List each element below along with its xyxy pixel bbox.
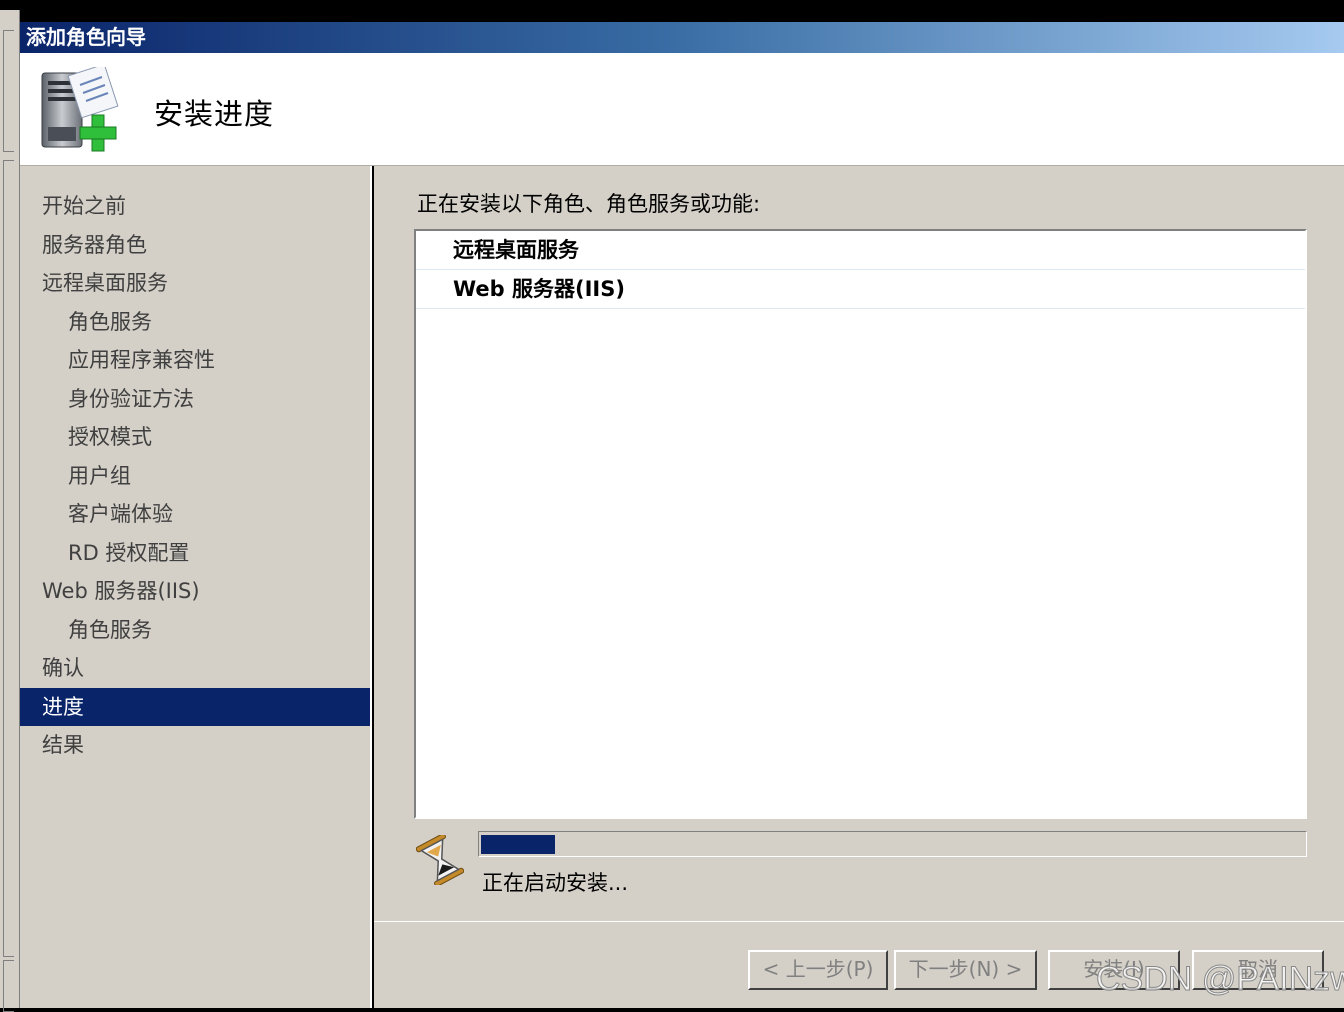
sidebar-item-web-server-iis[interactable]: Web 服务器(IIS) [20, 572, 370, 611]
sidebar-item-remote-desktop-services[interactable]: 远程桌面服务 [20, 264, 370, 303]
back-button[interactable]: < 上一步(P) [748, 950, 888, 990]
sidebar-item-app-compatibility[interactable]: 应用程序兼容性 [20, 341, 370, 380]
progress-status-text: 正在启动安装... [482, 871, 629, 895]
main-content: 正在安装以下角色、角色服务或功能: 远程桌面服务 Web 服务器(IIS) 正在… [374, 166, 1344, 922]
installing-roles-list[interactable]: 远程桌面服务 Web 服务器(IIS) [414, 229, 1307, 819]
sidebar-item-iis-role-services[interactable]: 角色服务 [20, 611, 370, 650]
progress-fill [481, 835, 555, 854]
install-progress-bar [478, 831, 1307, 857]
sidebar-item-before-you-begin[interactable]: 开始之前 [20, 187, 370, 226]
list-item: 远程桌面服务 [416, 231, 1305, 270]
sidebar-item-rd-licensing-config[interactable]: RD 授权配置 [20, 534, 370, 573]
wizard-header: 安装进度 [20, 53, 1344, 166]
server-add-icon [41, 67, 119, 152]
sidebar-item-authentication-method[interactable]: 身份验证方法 [20, 380, 370, 419]
sidebar-item-licensing-mode[interactable]: 授权模式 [20, 418, 370, 457]
sidebar-item-progress[interactable]: 进度 [20, 687, 370, 726]
sidebar-item-user-groups[interactable]: 用户组 [20, 457, 370, 496]
sidebar-item-server-roles[interactable]: 服务器角色 [20, 226, 370, 265]
screen-top-edge [0, 0, 1344, 10]
page-title: 安装进度 [154, 97, 275, 131]
hourglass-icon [416, 835, 464, 885]
sidebar-item-results[interactable]: 结果 [20, 726, 370, 765]
list-item: Web 服务器(IIS) [416, 270, 1305, 309]
sidebar-item-client-experience[interactable]: 客户端体验 [20, 495, 370, 534]
watermark-text: CSDN @PAINzw [1096, 960, 1344, 999]
sidebar-item-confirmation[interactable]: 确认 [20, 649, 370, 688]
install-intro-text: 正在安装以下角色、角色服务或功能: [417, 192, 761, 216]
title-bar[interactable]: 添加角色向导 [20, 22, 1344, 53]
next-button[interactable]: 下一步(N) > [894, 950, 1037, 990]
wizard-steps-sidebar: 开始之前 服务器角色 远程桌面服务 角色服务 应用程序兼容性 身份验证方法 授权… [20, 166, 372, 1008]
sidebar-item-role-services[interactable]: 角色服务 [20, 303, 370, 342]
window-title: 添加角色向导 [26, 25, 146, 49]
progress-area: 正在启动安装... [414, 831, 1307, 901]
background-window-edge [0, 10, 20, 1012]
